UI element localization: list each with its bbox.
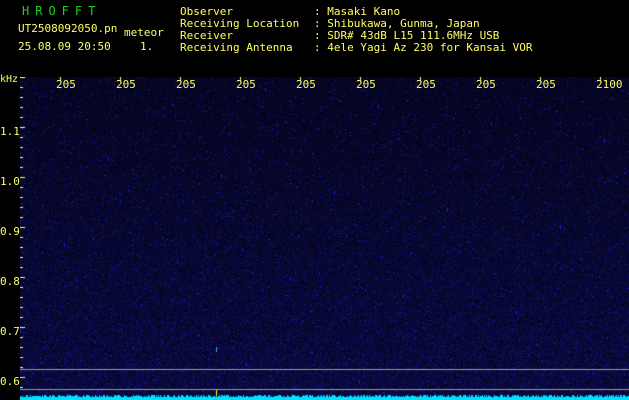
info-row-antenna: Receiving Antenna : 4ele Yagi Az 230 for … [180,42,533,54]
info-label: Receiving Antenna [180,41,293,54]
y-unit-label: kHz [0,74,19,85]
x-tick-label: 205 [536,78,556,91]
x-tick-label: 205 [56,78,76,91]
x-tick-label: 205 [476,78,496,91]
mode-label: meteor [124,26,164,39]
x-tick-label: 205 [116,78,136,91]
x-tick-label: 205 [296,78,316,91]
x-tick-label: 205 [416,78,436,91]
x-tick-label: 205 [356,78,376,91]
value-readout: 1. [140,40,154,53]
y-tick-label: 1.0 [0,175,20,188]
info-value: : 4ele Yagi Az 230 for Kansai VOR [314,41,533,54]
date-time: 25.08.09 20:50 [18,40,111,53]
station-info: Observer: Masaki Kano Receiving Location… [180,6,533,54]
x-tick-label: 205 [236,78,256,91]
file-name: UT2508092050.pn [18,22,118,35]
y-tick-label: 0.9 [0,225,20,238]
y-tick-label: 0.7 [0,325,20,338]
y-tick-label: 0.6 [0,375,20,388]
spectrogram-canvas [20,77,629,400]
app-title: HROFFT [22,4,102,18]
y-tick-label: 1.1 [0,125,20,138]
spectrogram [20,77,629,400]
x-tick-label: 2100 [596,78,623,91]
y-tick-label: 0.8 [0,275,20,288]
x-tick-label: 205 [176,78,196,91]
